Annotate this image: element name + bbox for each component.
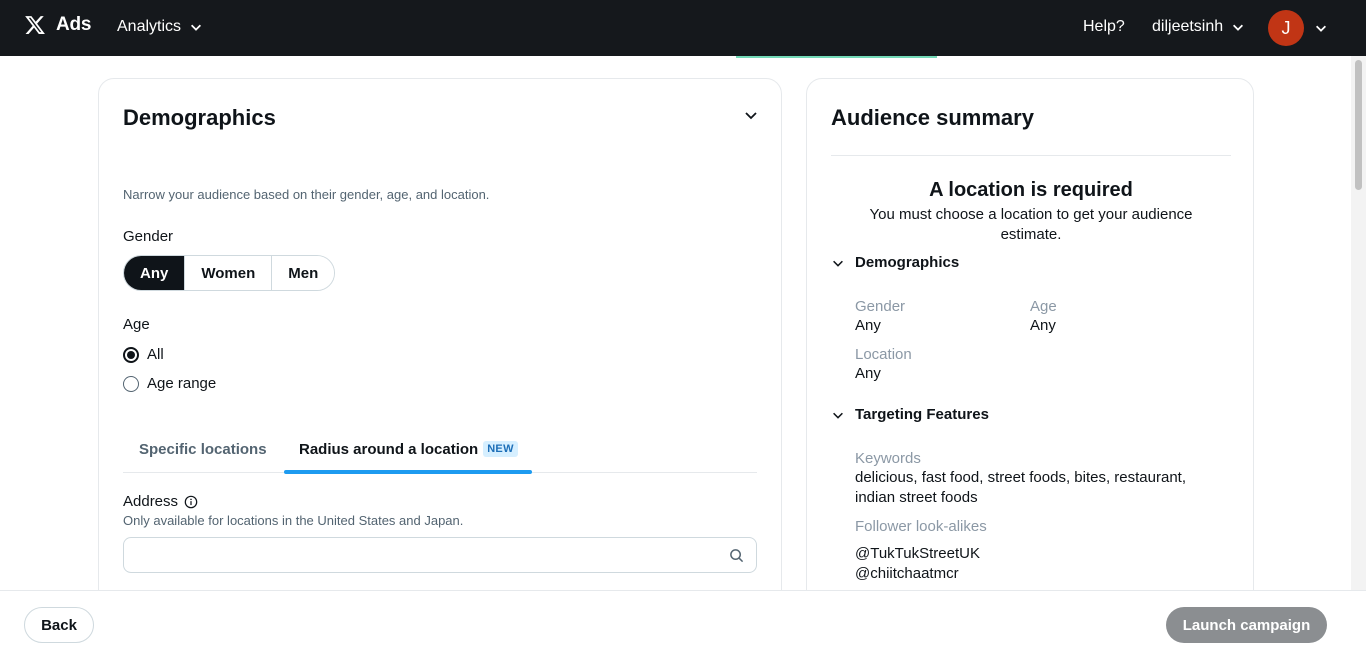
username-label: diljeetsinh	[1152, 18, 1224, 35]
gender-any-button[interactable]: Any	[124, 256, 185, 290]
summary-targeting-header: Targeting Features	[855, 406, 989, 423]
lookalike-item: @chiitchaatmcr	[855, 565, 959, 582]
summary-targeting-toggle[interactable]: Targeting Features	[831, 406, 989, 423]
lookalike-item: @TukTukStreetUK	[855, 545, 980, 562]
location-tabs: Specific locations Radius around a locat…	[123, 425, 757, 474]
age-all-label: All	[147, 346, 164, 363]
radio-checked-icon	[123, 346, 139, 363]
gender-label: Gender	[123, 228, 174, 245]
bottom-action-bar: Back Launch campaign	[0, 590, 1366, 658]
age-range-radio[interactable]: Age range	[123, 375, 216, 392]
chevron-down-icon	[191, 24, 202, 31]
summary-keywords-key: Keywords	[855, 450, 921, 467]
address-input[interactable]	[124, 538, 714, 572]
analytics-label: Analytics	[117, 18, 182, 35]
age-label: Age	[123, 316, 150, 333]
launch-campaign-button[interactable]: Launch campaign	[1166, 607, 1327, 643]
gender-segmented-control: Any Women Men	[123, 255, 336, 291]
tab-radius-label: Radius around a location	[299, 440, 479, 458]
summary-lookalikes-key: Follower look-alikes	[855, 518, 987, 535]
info-icon[interactable]	[184, 495, 198, 509]
x-ads-logo[interactable]: Ads	[24, 14, 91, 36]
summary-age-key: Age	[1030, 298, 1057, 315]
address-search-field	[123, 537, 757, 573]
audience-summary-title: Audience summary	[831, 105, 1034, 130]
summary-location-key: Location	[855, 346, 912, 363]
address-hint: Only available for locations in the Unit…	[123, 513, 464, 528]
page-scrollbar[interactable]	[1351, 56, 1366, 590]
analytics-menu[interactable]: Analytics	[117, 18, 203, 36]
account-menu[interactable]: diljeetsinh	[1152, 18, 1245, 36]
chevron-down-icon	[1316, 25, 1326, 32]
location-required-title: A location is required	[929, 179, 1133, 201]
radio-unchecked-icon	[123, 375, 139, 392]
age-all-radio[interactable]: All	[123, 346, 164, 363]
summary-demographics-header: Demographics	[855, 254, 960, 271]
back-button[interactable]: Back	[24, 607, 94, 643]
demographics-description: Narrow your audience based on their gend…	[123, 187, 490, 202]
location-required-text: You must choose a location to get your a…	[869, 206, 1193, 243]
new-badge: NEW	[483, 441, 518, 457]
chevron-down-icon	[833, 412, 843, 419]
summary-location-value: Any	[855, 365, 881, 382]
tab-specific-label: Specific locations	[139, 440, 267, 458]
progress-indicator	[736, 56, 937, 58]
search-icon[interactable]	[729, 548, 744, 563]
summary-demographics-toggle[interactable]: Demographics	[831, 254, 959, 271]
brand-label: Ads	[56, 14, 92, 35]
divider	[831, 155, 1231, 156]
summary-gender-key: Gender	[855, 298, 906, 315]
demographics-card: Demographics Narrow your audience based …	[98, 78, 782, 618]
summary-age-value: Any	[1030, 317, 1056, 334]
chevron-down-icon	[833, 260, 843, 267]
chevron-down-icon	[1233, 24, 1244, 31]
tab-radius-location[interactable]: Radius around a location NEW	[299, 425, 518, 473]
demographics-title: Demographics	[123, 105, 276, 130]
active-tab-indicator	[284, 470, 532, 474]
avatar: J	[1268, 10, 1304, 46]
summary-keywords-value: delicious, fast food, street foods, bite…	[855, 469, 1187, 506]
x-logo-icon	[25, 16, 45, 34]
address-label: Address	[123, 493, 179, 510]
help-link[interactable]: Help?	[1083, 18, 1125, 36]
gender-women-button[interactable]: Women	[184, 256, 272, 290]
audience-summary-card: Audience summary A location is required …	[806, 78, 1254, 618]
tab-specific-locations[interactable]: Specific locations	[139, 425, 267, 473]
address-label-row: Address	[123, 493, 198, 510]
age-range-label: Age range	[147, 375, 217, 392]
avatar-menu[interactable]: J	[1268, 10, 1328, 46]
chevron-down-icon[interactable]	[743, 107, 759, 123]
summary-gender-value: Any	[855, 317, 881, 334]
gender-men-button[interactable]: Men	[271, 256, 335, 290]
top-navigation-bar: Ads Analytics Help? diljeetsinh J	[0, 0, 1366, 56]
scrollbar-thumb[interactable]	[1355, 60, 1362, 190]
